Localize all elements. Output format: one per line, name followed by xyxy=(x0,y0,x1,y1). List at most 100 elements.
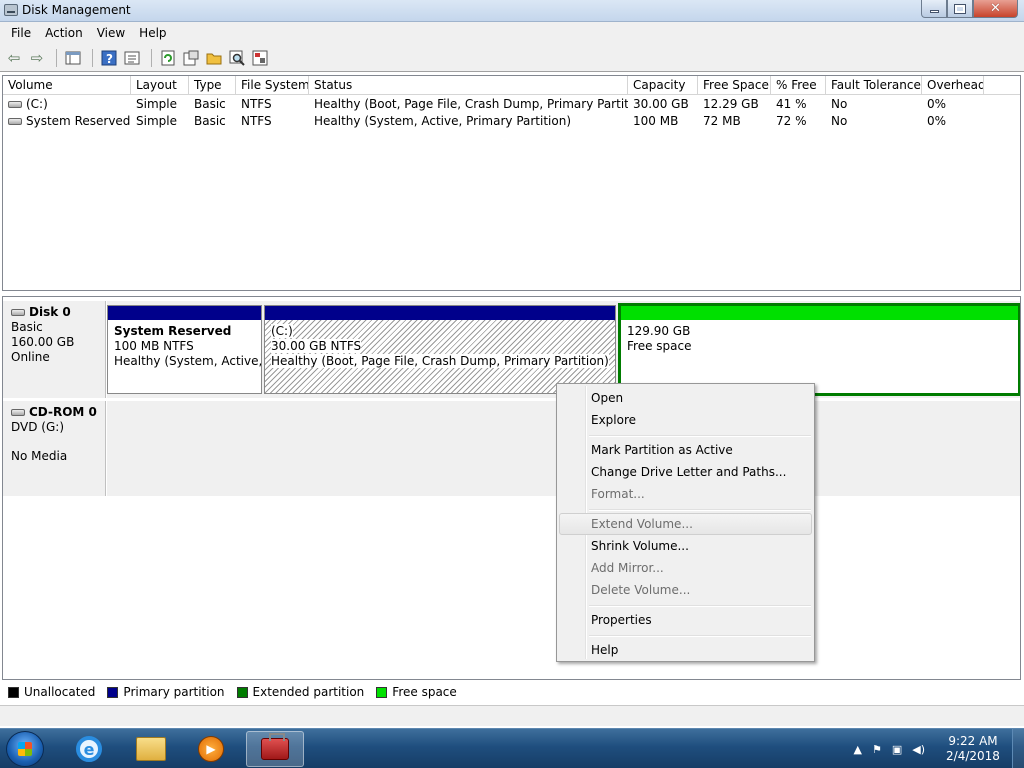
volume-name: (C:) xyxy=(26,96,48,111)
free-space-cell: 72 MB xyxy=(703,113,741,128)
search-button[interactable] xyxy=(227,48,247,68)
column-header-fault-tolerance[interactable]: Fault Tolerance xyxy=(826,76,922,94)
open-button[interactable] xyxy=(204,48,224,68)
refresh-button[interactable] xyxy=(158,48,178,68)
capacity-cell: 30.00 GB xyxy=(633,96,689,111)
menu-item-shrink-volume[interactable]: Shrink Volume... xyxy=(559,535,812,557)
column-header-file-system[interactable]: File System xyxy=(236,76,309,94)
menu-item-format[interactable]: Format... xyxy=(559,483,812,505)
menu-item-explore[interactable]: Explore xyxy=(559,409,812,431)
toolbar-separator xyxy=(92,48,93,67)
overhead-cell: 0% xyxy=(927,113,947,128)
partition-c-drive[interactable]: (C:) 30.00 GB NTFS Healthy (Boot, Page F… xyxy=(264,305,616,394)
show-hidden-icons-icon[interactable]: ▲ xyxy=(853,743,861,756)
restore-icon xyxy=(954,3,966,14)
forward-button[interactable]: ⇨ xyxy=(27,48,47,68)
legend-free-space: Free space xyxy=(370,685,457,699)
disk-graphical-view: Disk 0 Basic 160.00 GB Online System Res… xyxy=(2,296,1021,680)
menu-item-delete-volume[interactable]: Delete Volume... xyxy=(559,579,812,601)
fault-tolerance-cell: No xyxy=(831,113,848,128)
partition-system-reserved[interactable]: System Reserved 100 MB NTFS Healthy (Sys… xyxy=(107,305,262,394)
menu-separator xyxy=(589,605,811,607)
volume-list: Volume Layout Type File System Status Ca… xyxy=(2,75,1021,291)
menu-item-open[interactable]: Open xyxy=(559,387,812,409)
minimize-button[interactable] xyxy=(921,0,947,18)
back-button[interactable]: ⇦ xyxy=(4,48,24,68)
column-header-volume[interactable]: Volume xyxy=(3,76,131,94)
maximize-button[interactable] xyxy=(947,0,973,18)
capacity-cell: 100 MB xyxy=(633,113,679,128)
properties-view-button[interactable] xyxy=(122,48,142,68)
legend-primary-partition: Primary partition xyxy=(101,685,225,699)
cdrom-0-label[interactable]: CD-ROM 0 DVD (G:) No Media xyxy=(3,401,106,496)
menu-item-change-drive-letter[interactable]: Change Drive Letter and Paths... xyxy=(559,461,812,483)
search-icon xyxy=(229,50,245,66)
back-arrow-icon: ⇦ xyxy=(7,48,21,67)
disk-0-label[interactable]: Disk 0 Basic 160.00 GB Online xyxy=(3,301,106,398)
context-menu: Open Explore Mark Partition as Active Ch… xyxy=(556,383,815,662)
action-center-flag-icon[interactable]: ⚑ xyxy=(872,743,882,756)
show-desktop-button[interactable] xyxy=(1012,729,1024,768)
partition-status: Healthy (System, Active, Pr xyxy=(114,354,262,368)
media-player-icon: ▶ xyxy=(198,736,224,762)
clock[interactable]: 9:22 AM 2/4/2018 xyxy=(944,734,1002,764)
menu-help[interactable]: Help xyxy=(132,26,173,40)
overhead-cell: 0% xyxy=(927,96,947,111)
properties-button[interactable] xyxy=(181,48,201,68)
menu-separator xyxy=(589,635,811,637)
cdrom-0-name: CD-ROM 0 xyxy=(11,405,97,420)
menu-item-extend-volume[interactable]: Extend Volume... xyxy=(559,513,812,535)
refresh-icon xyxy=(161,50,175,65)
menu-separator xyxy=(589,509,811,511)
console-tree-button[interactable] xyxy=(63,48,83,68)
column-header-capacity[interactable]: Capacity xyxy=(628,76,698,94)
file-system-cell: NTFS xyxy=(241,96,272,111)
column-header-status[interactable]: Status xyxy=(309,76,628,94)
start-button[interactable] xyxy=(6,731,44,767)
disk-0-size: 160.00 GB xyxy=(11,335,75,349)
volume-row[interactable]: (C:) Simple Basic NTFS Healthy (Boot, Pa… xyxy=(3,95,1020,112)
legend-extended-partition: Extended partition xyxy=(231,685,364,699)
column-header-layout[interactable]: Layout xyxy=(131,76,189,94)
taskbar-windows-explorer[interactable] xyxy=(122,731,180,767)
close-button[interactable]: ✕ xyxy=(973,0,1018,18)
toolbar-separator xyxy=(151,48,152,67)
minimize-icon xyxy=(929,10,939,13)
menu-item-properties[interactable]: Properties xyxy=(559,609,812,631)
settings-button[interactable] xyxy=(250,48,270,68)
help-button[interactable]: ? xyxy=(99,48,119,68)
menu-item-help[interactable]: Help xyxy=(559,639,812,661)
menu-view[interactable]: View xyxy=(90,26,132,40)
column-header-percent-free[interactable]: % Free xyxy=(771,76,826,94)
disk-0-name: Disk 0 xyxy=(11,305,97,320)
partition-title: (C:) xyxy=(271,324,293,338)
column-header-overhead[interactable]: Overhead xyxy=(922,76,984,94)
settings-icon xyxy=(252,50,268,65)
taskbar-computer-management[interactable] xyxy=(246,731,304,767)
system-tray: ▲ ⚑ ▣ ◀) 9:22 AM 2/4/2018 xyxy=(848,729,1024,768)
extended-partition-swatch xyxy=(236,686,248,698)
primary-partition-bar xyxy=(108,306,261,320)
menu-file[interactable]: File xyxy=(4,26,38,40)
taskbar-internet-explorer[interactable]: e xyxy=(60,731,118,767)
status-cell: Healthy (Boot, Page File, Crash Dump, Pr… xyxy=(314,96,628,111)
menu-item-mark-active[interactable]: Mark Partition as Active xyxy=(559,439,812,461)
close-icon: ✕ xyxy=(990,1,1001,16)
taskbar-media-player[interactable]: ▶ xyxy=(182,731,240,767)
column-header-type[interactable]: Type xyxy=(189,76,236,94)
partition-status: Free space xyxy=(627,339,692,353)
volume-row[interactable]: System Reserved Simple Basic NTFS Health… xyxy=(3,112,1020,129)
column-header-free-space[interactable]: Free Space xyxy=(698,76,771,94)
free-space-cell: 12.29 GB xyxy=(703,96,759,111)
menu-item-add-mirror[interactable]: Add Mirror... xyxy=(559,557,812,579)
clock-date: 2/4/2018 xyxy=(946,749,1000,763)
partition-status: Healthy (Boot, Page File, Crash Dump, Pr… xyxy=(271,354,609,368)
type-cell: Basic xyxy=(194,113,226,128)
volume-icon[interactable]: ◀) xyxy=(912,743,925,756)
disk-0-type: Basic xyxy=(11,320,43,334)
free-space-bar xyxy=(621,306,1018,320)
properties-icon xyxy=(183,50,199,65)
menu-action[interactable]: Action xyxy=(38,26,90,40)
network-icon[interactable]: ▣ xyxy=(892,743,902,756)
